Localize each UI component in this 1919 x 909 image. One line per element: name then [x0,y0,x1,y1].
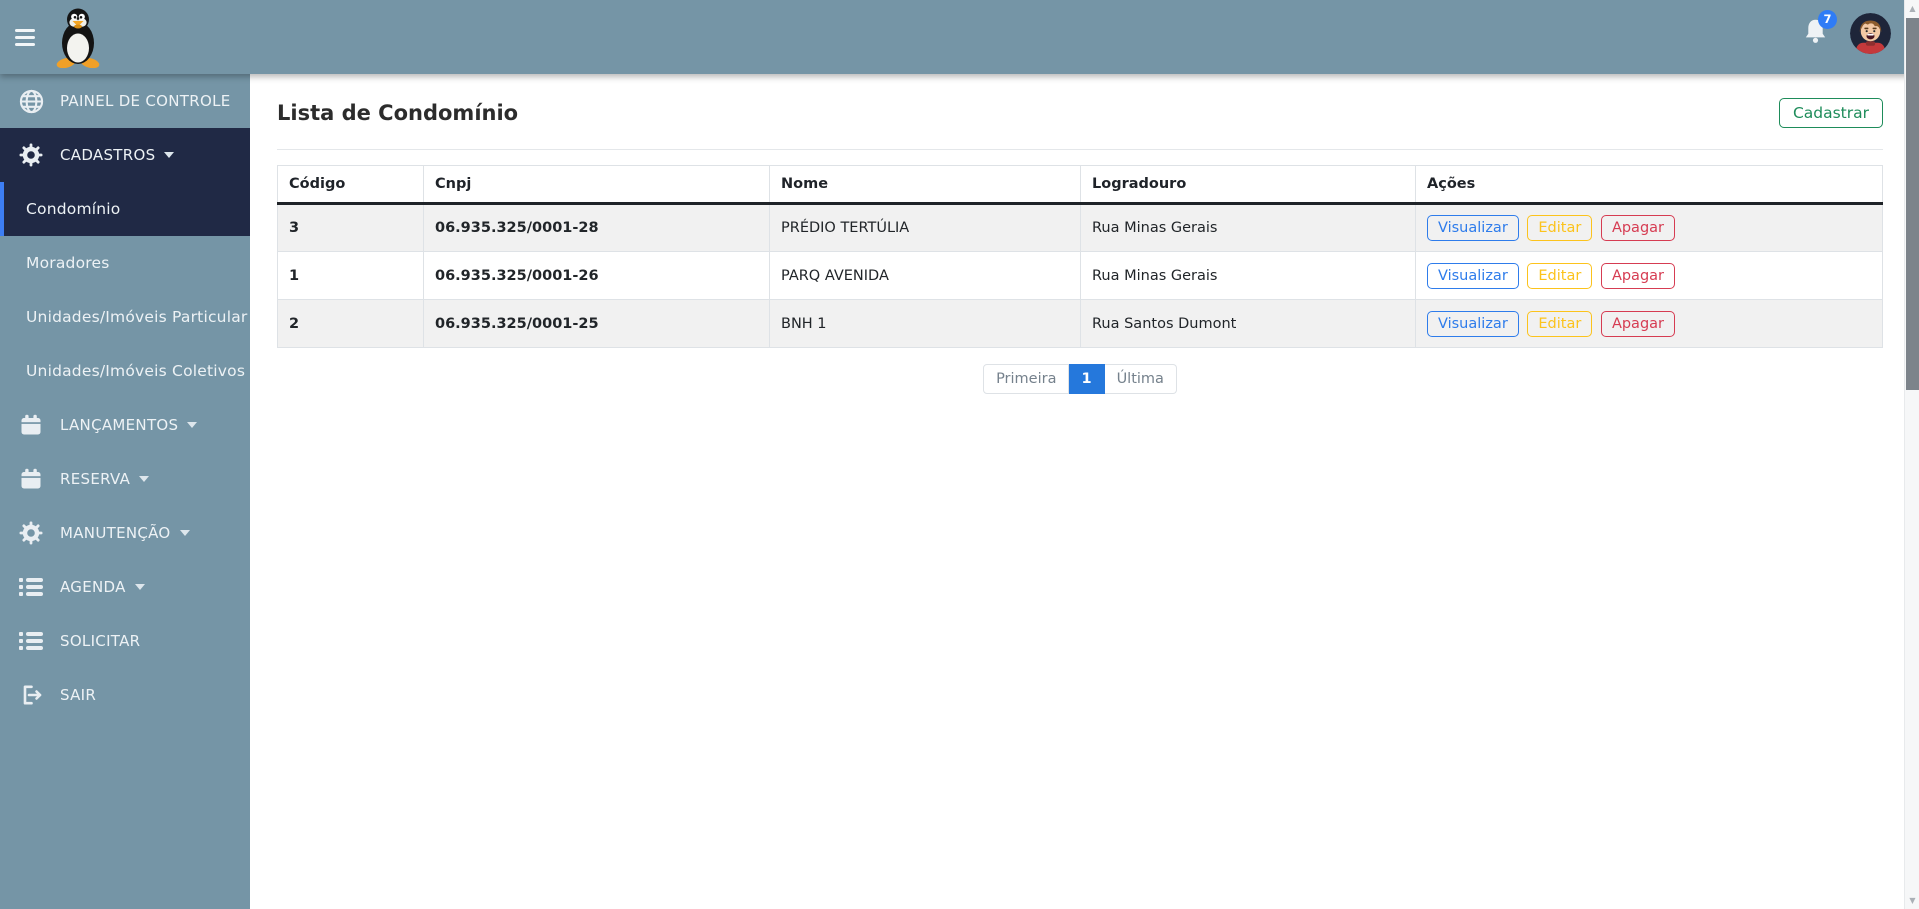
sidebar-item-painel-de-controle[interactable]: PAINEL DE CONTROLE [0,74,250,128]
table-row: 2 06.935.325/0001-25 BNH 1 Rua Santos Du… [277,299,1883,348]
calendar-icon [18,413,44,437]
vertical-scrollbar: ▲ ▼ [1904,0,1919,909]
register-button[interactable]: Cadastrar [1778,98,1883,128]
cell-nome: BNH 1 [769,299,1081,348]
table-row: 1 06.935.325/0001-26 PARQ AVENIDA Rua Mi… [277,251,1883,300]
pagination: Primeira 1 Última [277,364,1883,394]
gear-icon [18,143,44,167]
pagination-first[interactable]: Primeira [983,364,1070,394]
chevron-down-icon [164,152,175,158]
notification-count-badge: 7 [1818,9,1837,29]
cell-logradouro: Rua Minas Gerais [1080,203,1416,252]
view-button[interactable]: Visualizar [1427,262,1519,289]
page-title: Lista de Condomínio [277,101,519,125]
edit-button[interactable]: Editar [1527,262,1593,289]
user-avatar[interactable] [1850,12,1891,54]
edit-button[interactable]: Editar [1527,215,1593,241]
cell-acoes: Visualizar Editar Apagar [1415,203,1883,252]
gear-icon [18,521,44,545]
sidebar-item-reserva[interactable]: RESERVA [0,452,250,506]
delete-button[interactable]: Apagar [1600,310,1675,337]
calendar-icon [18,467,44,491]
delete-button[interactable]: Apagar [1600,262,1675,289]
sidebar-item-cadastros[interactable]: CADASTROS [0,128,250,182]
column-header-nome: Nome [769,165,1081,205]
app-logo[interactable] [55,5,101,69]
cell-nome: PRÉDIO TERTÚLIA [769,203,1081,252]
cell-nome: PARQ AVENIDA [769,251,1081,300]
cell-codigo: 1 [277,251,424,300]
delete-button[interactable]: Apagar [1600,215,1675,241]
topbar-right: 7 [1803,9,1891,54]
cell-logradouro: Rua Minas Gerais [1080,251,1416,300]
cell-cnpj: 06.935.325/0001-25 [423,299,770,348]
pagination-last[interactable]: Última [1104,364,1177,394]
list-icon [18,631,44,651]
globe-icon [18,89,44,114]
scrollbar-down-arrow[interactable]: ▼ [1905,893,1919,908]
chevron-down-icon [139,476,150,482]
notifications-button[interactable]: 7 [1803,9,1837,49]
condominium-table: Código Cnpj Nome Logradouro Ações 3 06.9… [277,165,1883,348]
sidebar-item-lancamentos[interactable]: LANÇAMENTOS [0,398,250,452]
chevron-down-icon [187,422,198,428]
scrollbar-thumb[interactable] [1906,18,1919,390]
sidebar: PAINEL DE CONTROLE CADASTROS Condomínio … [0,74,250,909]
cell-logradouro: Rua Santos Dumont [1080,299,1416,348]
sidebar-item-sair[interactable]: SAIR [0,668,250,722]
tux-penguin-icon [56,8,100,68]
view-button[interactable]: Visualizar [1427,215,1519,241]
cell-cnpj: 06.935.325/0001-26 [423,251,770,300]
view-button[interactable]: Visualizar [1427,310,1519,337]
sidebar-item-agenda[interactable]: AGENDA [0,560,250,614]
edit-button[interactable]: Editar [1527,310,1593,337]
sidebar-item-unidades-particular[interactable]: Unidades/Imóveis Particular [0,290,250,344]
table-row: 3 06.935.325/0001-28 PRÉDIO TERTÚLIA Rua… [277,203,1883,252]
cell-acoes: Visualizar Editar Apagar [1415,299,1883,348]
sidebar-item-unidades-coletivos[interactable]: Unidades/Imóveis Coletivos [0,344,250,398]
column-header-cnpj: Cnpj [423,165,770,205]
column-header-acoes: Ações [1415,165,1883,205]
pagination-current-page[interactable]: 1 [1069,364,1105,394]
column-header-logradouro: Logradouro [1080,165,1416,205]
cell-codigo: 2 [277,299,424,348]
logout-icon [18,683,44,707]
hamburger-menu-icon[interactable] [15,25,35,50]
cell-codigo: 3 [277,203,424,252]
cell-cnpj: 06.935.325/0001-28 [423,203,770,252]
list-icon [18,577,44,597]
table-header-row: Código Cnpj Nome Logradouro Ações [277,165,1883,205]
sidebar-item-solicitar[interactable]: SOLICITAR [0,614,250,668]
topbar: 7 [0,0,1919,74]
main-content: Lista de Condomínio Cadastrar Código Cnp… [250,74,1919,909]
scrollbar-up-arrow[interactable]: ▲ [1905,1,1919,16]
sidebar-item-moradores[interactable]: Moradores [0,236,250,290]
chevron-down-icon [134,584,145,590]
sidebar-item-manutencao[interactable]: MANUTENÇÃO [0,506,250,560]
header-divider [277,149,1883,150]
sidebar-item-condominio[interactable]: Condomínio [0,182,250,236]
column-header-codigo: Código [277,165,424,205]
chevron-down-icon [179,530,190,536]
cell-acoes: Visualizar Editar Apagar [1415,251,1883,300]
